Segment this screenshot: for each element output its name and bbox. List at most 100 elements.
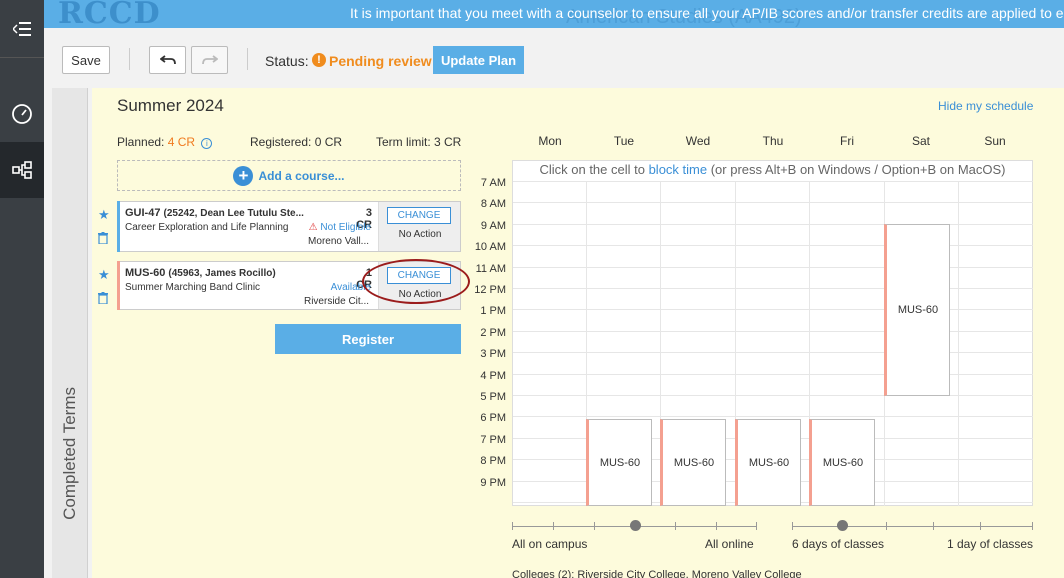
course-color-bar <box>117 261 120 310</box>
slider-tick <box>512 522 513 530</box>
day-header: Wed <box>685 134 711 148</box>
delete-trash-icon[interactable] <box>98 232 108 247</box>
planned-label: Planned: <box>117 135 165 149</box>
slider-max-label: All online <box>705 537 754 551</box>
alert-triangle-icon: ⚠ <box>308 222 318 233</box>
days-of-classes-slider[interactable] <box>792 526 1033 527</box>
course-color-bar <box>117 201 120 252</box>
course-name: Summer Marching Band Clinic <box>125 282 261 293</box>
redo-icon <box>201 55 218 65</box>
favorite-star-icon[interactable]: ★ <box>98 207 110 223</box>
counselor-notice: It is important that you meet with a cou… <box>350 5 1064 21</box>
grid-hour-line <box>513 181 1033 182</box>
delete-trash-icon[interactable] <box>98 292 108 307</box>
class-block-thursday[interactable]: MUS-60 <box>735 419 801 506</box>
hour-label: 4 PM <box>480 370 506 382</box>
hour-label: 7 PM <box>480 434 506 446</box>
class-block-tuesday[interactable]: MUS-60 <box>586 419 652 506</box>
colleges-summary: Colleges (2): Riverside City College, Mo… <box>512 569 802 578</box>
day-header: Tue <box>613 134 635 148</box>
sidebar-item-plan[interactable] <box>0 142 44 198</box>
class-block-wednesday[interactable]: MUS-60 <box>660 419 726 506</box>
hour-label: 6 PM <box>480 412 506 424</box>
slider-handle[interactable] <box>630 520 641 531</box>
hour-label: 1 PM <box>480 305 506 317</box>
notice-banner: RCCD American Studies (AA492) It is impo… <box>44 0 1064 28</box>
course-name: Career Exploration and Life Planning <box>125 222 289 233</box>
completed-terms-label: Completed Terms <box>60 387 79 520</box>
toolbar-divider <box>129 48 130 70</box>
grid-hour-line <box>513 331 1033 332</box>
hour-label: 9 PM <box>480 477 506 489</box>
undo-button[interactable] <box>149 46 186 74</box>
block-time-hint: Click on the cell to block time (or pres… <box>539 162 1006 177</box>
course-campus: Riverside Cit... <box>303 296 369 307</box>
day-header: Mon <box>538 134 562 148</box>
hour-label: 5 PM <box>480 391 506 403</box>
slider-handle[interactable] <box>837 520 848 531</box>
hour-label: 11 AM <box>475 263 506 275</box>
hour-label: 8 PM <box>480 455 506 467</box>
dashboard-gauge-icon <box>12 104 32 124</box>
registered-credits: Registered: 0 CR <box>250 135 343 149</box>
completed-terms-tab[interactable]: Completed Terms <box>52 300 88 520</box>
change-button[interactable]: CHANGE <box>387 207 451 224</box>
menu-collapse-icon <box>13 21 31 36</box>
grid-hour-line <box>513 288 1033 289</box>
term-title: Summer 2024 <box>117 96 224 115</box>
grid-hour-line <box>513 224 1033 225</box>
action-status: No Action <box>398 229 442 240</box>
sidebar-item-dashboard[interactable] <box>0 86 44 142</box>
day-header: Thu <box>762 134 784 148</box>
term-limit: Term limit: 3 CR <box>376 135 462 149</box>
hour-label: 8 AM <box>480 198 506 210</box>
grid-hour-line <box>513 267 1033 268</box>
slider-max-label: 1 day of classes <box>947 537 1034 551</box>
planned-value: 4 CR <box>167 135 196 149</box>
status-label: Status: <box>265 53 309 69</box>
course-action-box: CHANGE No Action <box>378 202 460 251</box>
slider-tick <box>716 522 717 530</box>
status-badge: Pending review <box>329 53 432 69</box>
warning-icon: ! <box>312 53 326 67</box>
slider-tick <box>1032 522 1033 530</box>
slider-min-label: 6 days of classes <box>792 537 885 551</box>
college-logo: RCCD <box>58 0 161 28</box>
menu-toggle-button[interactable] <box>0 0 44 58</box>
hierarchy-icon <box>12 161 32 179</box>
class-block-saturday[interactable]: MUS-60 <box>884 224 950 396</box>
hour-label: 3 PM <box>480 348 506 360</box>
day-header: Fri <box>840 134 854 148</box>
add-course-button[interactable]: + Add a course... <box>117 160 461 191</box>
course-campus: Moreno Vall... <box>308 236 369 247</box>
info-icon[interactable]: i <box>201 138 213 149</box>
course-code: GUI-47 (25242, Dean Lee Tutulu Ste... <box>125 207 304 219</box>
grid-hour-line <box>513 309 1033 310</box>
undo-icon <box>159 55 176 65</box>
register-button[interactable]: Register <box>275 324 461 354</box>
grid-day-line <box>958 181 959 506</box>
grid-hour-line <box>513 374 1033 375</box>
hour-label: 10 AM <box>474 241 506 253</box>
update-plan-button[interactable]: Update Plan <box>433 46 524 74</box>
slider-tick <box>756 522 757 530</box>
class-block-friday[interactable]: MUS-60 <box>809 419 875 506</box>
save-button[interactable]: Save <box>62 46 110 74</box>
course-card-gui47[interactable]: GUI-47 (25242, Dean Lee Tutulu Ste... Ca… <box>117 201 461 252</box>
highlight-annotation <box>362 259 470 304</box>
day-header: Sat <box>911 134 930 148</box>
hide-schedule-link[interactable]: Hide my schedule <box>938 99 1033 113</box>
grid-hour-line <box>513 416 1033 417</box>
grid-hour-line <box>513 245 1033 246</box>
grid-hour-line <box>513 202 1033 203</box>
planned-credits: Planned: 4 CR i <box>117 135 213 149</box>
block-time-link[interactable]: block time <box>649 162 708 177</box>
redo-button[interactable] <box>191 46 228 74</box>
slider-min-label: All on campus <box>512 537 588 551</box>
favorite-star-icon[interactable]: ★ <box>98 267 110 283</box>
hour-label: 12 PM <box>474 284 506 296</box>
plus-icon: + <box>233 165 254 186</box>
toolbar-divider <box>247 48 248 70</box>
course-code: MUS-60 (45963, James Rocillo) <box>125 267 276 279</box>
add-course-label: Add a course... <box>258 168 345 183</box>
